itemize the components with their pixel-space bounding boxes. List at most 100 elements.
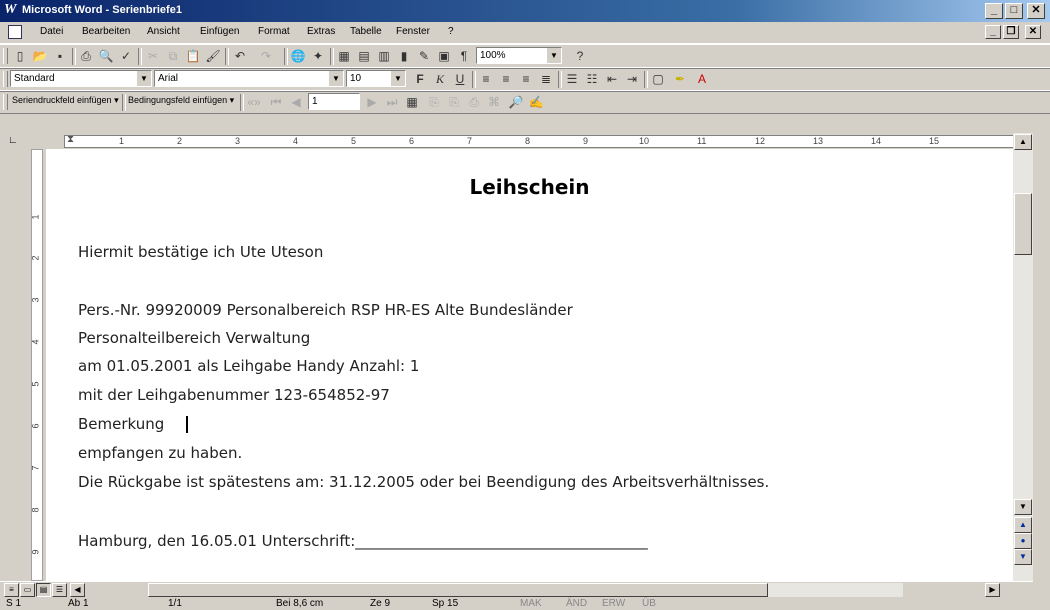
merge-to-printer-icon[interactable]: ⎙: [466, 94, 482, 110]
bold-icon[interactable]: F: [412, 71, 428, 87]
align-right-icon[interactable]: ≡: [518, 71, 534, 87]
hyperlink-icon[interactable]: 🌐: [290, 48, 306, 64]
style-select[interactable]: Standard ▼: [10, 70, 152, 87]
numbering-icon[interactable]: ☰: [564, 71, 580, 87]
merge-to-document-icon[interactable]: ⎘: [446, 94, 462, 110]
copy-icon[interactable]: ⧉: [165, 48, 181, 64]
next-record-icon[interactable]: ▶: [364, 94, 380, 110]
undo-icon[interactable]: ↶: [232, 48, 248, 64]
outline-view-icon[interactable]: ☰: [52, 583, 67, 597]
doc-restore-button[interactable]: ❐: [1003, 25, 1019, 39]
font-color-icon[interactable]: A: [694, 71, 710, 87]
decrease-indent-icon[interactable]: ⇤: [604, 71, 620, 87]
align-center-icon[interactable]: ≡: [498, 71, 514, 87]
tab-stop-selector-icon[interactable]: ∟: [8, 135, 18, 146]
highlight-icon[interactable]: ✒: [672, 71, 688, 87]
tables-borders-icon[interactable]: ▦: [336, 48, 352, 64]
menu-window[interactable]: Fenster: [396, 26, 430, 37]
normal-view-icon[interactable]: ≡: [4, 583, 19, 597]
word-app-icon[interactable]: W: [4, 3, 18, 17]
bullets-icon[interactable]: ☷: [584, 71, 600, 87]
status-extend[interactable]: ERW: [602, 598, 625, 609]
insert-excel-icon[interactable]: ▥: [376, 48, 392, 64]
previous-page-icon[interactable]: ▲: [1014, 517, 1032, 533]
insert-word-field-button[interactable]: Bedingungsfeld einfügen ▾: [128, 95, 234, 106]
last-record-icon[interactable]: ⏭: [384, 94, 400, 110]
previous-record-icon[interactable]: ◀: [288, 94, 304, 110]
format-painter-icon[interactable]: 🖌: [205, 48, 221, 64]
scroll-thumb[interactable]: [1014, 193, 1032, 255]
minimize-button[interactable]: _: [985, 3, 1003, 19]
next-page-icon[interactable]: ▼: [1014, 549, 1032, 565]
font-size-select[interactable]: 10 ▼: [346, 70, 406, 87]
status-overtype[interactable]: ÜB: [642, 598, 656, 609]
align-left-icon[interactable]: ≡: [478, 71, 494, 87]
scroll-up-icon[interactable]: ▲: [1014, 134, 1032, 150]
menu-insert[interactable]: Einfügen: [200, 26, 239, 37]
select-browse-object-icon[interactable]: ●: [1014, 533, 1032, 549]
justify-icon[interactable]: ≣: [538, 71, 554, 87]
cut-icon[interactable]: ✂: [145, 48, 161, 64]
columns-icon[interactable]: ▮: [396, 48, 412, 64]
left-margin-strip: [0, 149, 28, 581]
close-button[interactable]: ✕: [1027, 3, 1045, 19]
menu-table[interactable]: Tabelle: [350, 26, 382, 37]
indent-marker-icon[interactable]: ⧗: [67, 136, 74, 145]
zoom-select[interactable]: 100% ▼: [476, 47, 562, 64]
print-layout-icon[interactable]: ▤: [36, 583, 51, 597]
font-select[interactable]: Arial ▼: [154, 70, 344, 87]
maximize-button[interactable]: □: [1005, 3, 1023, 19]
doc-close-button[interactable]: ✕: [1025, 25, 1041, 39]
help-icon[interactable]: ?: [572, 48, 588, 64]
ruler-number: 6: [409, 136, 415, 146]
italic-icon[interactable]: K: [432, 71, 448, 87]
web-layout-icon[interactable]: ▭: [20, 583, 35, 597]
print-icon[interactable]: ⎙: [78, 48, 94, 64]
status-macro-record[interactable]: MAK: [520, 598, 542, 609]
web-toolbar-icon[interactable]: ✦: [310, 48, 326, 64]
standard-toolbar: ▯ 📂 ▪ ⎙ 🔍 ✓ ✂ ⧉ 📋 🖌 ↶ ↷ 🌐 ✦ ▦ ▤ ▥ ▮ ✎ ▣ …: [0, 44, 1050, 69]
menu-tools[interactable]: Extras: [307, 26, 335, 37]
record-number-field[interactable]: 1: [308, 93, 360, 110]
mail-merge-helper-icon[interactable]: ▦: [404, 94, 420, 110]
save-icon[interactable]: ▪: [52, 48, 68, 64]
drawing-icon[interactable]: ✎: [416, 48, 432, 64]
scroll-left-icon[interactable]: ◀: [70, 583, 85, 597]
horizontal-scrollbar[interactable]: ≡ ▭ ▤ ☰ ◀ ▶: [0, 581, 1033, 599]
scroll-thumb[interactable]: [148, 583, 768, 597]
document-icon[interactable]: [8, 25, 22, 39]
document-map-icon[interactable]: ▣: [436, 48, 452, 64]
find-record-icon[interactable]: 🔎: [508, 94, 524, 110]
scroll-right-icon[interactable]: ▶: [985, 583, 1000, 597]
vertical-ruler[interactable]: 1 2 3 4 5 6 7 8 9: [28, 149, 47, 581]
redo-icon[interactable]: ↷: [258, 48, 274, 64]
status-track-changes[interactable]: ÄND: [566, 598, 587, 609]
menu-file[interactable]: Datei: [40, 26, 63, 37]
increase-indent-icon[interactable]: ⇥: [624, 71, 640, 87]
paste-icon[interactable]: 📋: [185, 48, 201, 64]
menu-edit[interactable]: Bearbeiten: [82, 26, 130, 37]
doc-minimize-button[interactable]: _: [985, 25, 1001, 39]
show-hide-icon[interactable]: ¶: [456, 48, 472, 64]
spelling-icon[interactable]: ✓: [118, 48, 134, 64]
menu-view[interactable]: Ansicht: [147, 26, 180, 37]
insert-merge-field-button[interactable]: Seriendruckfeld einfügen ▾: [12, 95, 119, 106]
scroll-down-icon[interactable]: ▼: [1014, 499, 1032, 515]
open-folder-icon[interactable]: 📂: [32, 48, 48, 64]
vertical-scrollbar[interactable]: ▲ ▼ ▲ ● ▼: [1013, 133, 1033, 581]
menu-format[interactable]: Format: [258, 26, 290, 37]
underline-icon[interactable]: U: [452, 71, 468, 87]
document-area[interactable]: Leihschein Hiermit bestätige ich Ute Ute…: [46, 149, 1013, 581]
menu-help[interactable]: ?: [448, 26, 454, 37]
ruler-number: 4: [293, 136, 299, 146]
horizontal-ruler[interactable]: ∟ 1 2 3 4 5 6 7 8 9 10 11 12 13 14 15 ⧗: [0, 133, 1050, 149]
view-merged-data-icon[interactable]: «»: [246, 94, 262, 110]
first-record-icon[interactable]: ⏮: [268, 94, 284, 110]
insert-table-icon[interactable]: ▤: [356, 48, 372, 64]
edit-data-source-icon[interactable]: ✍: [528, 94, 544, 110]
print-preview-icon[interactable]: 🔍: [98, 48, 114, 64]
new-document-icon[interactable]: ▯: [12, 48, 28, 64]
border-icon[interactable]: ▢: [650, 71, 666, 87]
start-merge-icon[interactable]: ⌘: [486, 94, 502, 110]
check-errors-icon[interactable]: ⎘: [426, 94, 442, 110]
